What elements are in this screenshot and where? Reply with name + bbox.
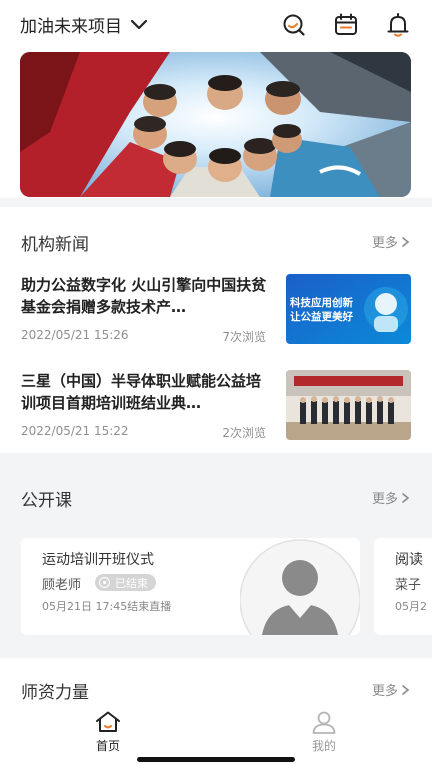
thumb-caption-1: 科技应用创新 <box>290 296 353 309</box>
courses-more-link[interactable]: 更多 <box>372 488 412 507</box>
news-views: 2次浏览 <box>222 426 266 440</box>
news-item[interactable]: 三星（中国）半导体职业赋能公益培训项目首期培训班结业典… 2022/05/21 … <box>21 370 411 445</box>
course-card[interactable]: 阅读 菜子 05月2 <box>374 538 432 635</box>
news-thumbnail: 科技应用创新 让公益更美好 <box>286 274 411 344</box>
faculty-section-title: 师资力量 <box>21 683 89 703</box>
search-icon[interactable] <box>281 12 307 38</box>
tab-home-label: 首页 <box>95 739 120 753</box>
course-teacher: 菜子 <box>395 578 422 593</box>
project-selector[interactable]: 加油未来项目 <box>20 12 148 37</box>
top-bar: 加油未来项目 <box>0 0 432 50</box>
news-item[interactable]: 助力公益数字化 火山引擎向中国扶贫基金会捐赠多款技术产… 2022/05/21 … <box>21 274 411 349</box>
faculty-more-link[interactable]: 更多 <box>372 680 412 699</box>
chevron-right-icon <box>402 236 410 247</box>
home-icon <box>96 711 120 732</box>
more-label: 更多 <box>371 492 398 507</box>
chevron-right-icon <box>402 684 410 695</box>
course-time: 05月21日 17:45结束直播 <box>42 600 172 613</box>
status-label: 已结束 <box>115 576 148 590</box>
section-divider <box>0 198 432 207</box>
news-views: 7次浏览 <box>222 330 266 344</box>
news-title: 三星（中国）半导体职业赋能公益培训项目首期培训班结业典… <box>21 372 262 412</box>
bell-icon[interactable] <box>385 12 411 38</box>
home-indicator <box>137 757 295 762</box>
course-card[interactable]: 运动培训开班仪式 顾老师 已结束 05月21日 17:45结束直播 <box>21 538 360 635</box>
tab-mine[interactable]: 我的 <box>294 710 354 754</box>
status-badge: 已结束 <box>95 574 156 591</box>
news-title: 助力公益数字化 火山引擎向中国扶贫基金会捐赠多款技术产… <box>21 276 267 316</box>
courses-section-title: 公开课 <box>21 491 72 511</box>
chevron-right-icon <box>402 492 410 503</box>
course-time: 05月2 <box>395 600 427 613</box>
news-more-link[interactable]: 更多 <box>372 232 412 251</box>
more-label: 更多 <box>371 684 398 699</box>
news-section-title: 机构新闻 <box>21 235 89 255</box>
banner-image[interactable] <box>20 52 411 197</box>
status-dot-icon <box>99 577 110 588</box>
news-date: 2022/05/21 15:26 <box>21 328 129 342</box>
thumb-caption-2: 让公益更美好 <box>290 310 353 323</box>
tab-mine-label: 我的 <box>311 739 336 753</box>
project-title: 加油未来项目 <box>20 17 122 37</box>
tab-home[interactable]: 首页 <box>78 710 138 754</box>
more-label: 更多 <box>371 236 398 251</box>
course-teacher: 顾老师 <box>42 578 82 593</box>
calendar-icon[interactable] <box>333 12 359 38</box>
teacher-avatar <box>239 538 360 635</box>
news-thumbnail <box>286 370 411 440</box>
user-icon <box>312 711 336 734</box>
news-date: 2022/05/21 15:22 <box>21 424 129 438</box>
chevron-down-icon <box>130 19 148 31</box>
course-title: 运动培训开班仪式 <box>42 552 154 568</box>
course-title: 阅读 <box>395 552 423 568</box>
